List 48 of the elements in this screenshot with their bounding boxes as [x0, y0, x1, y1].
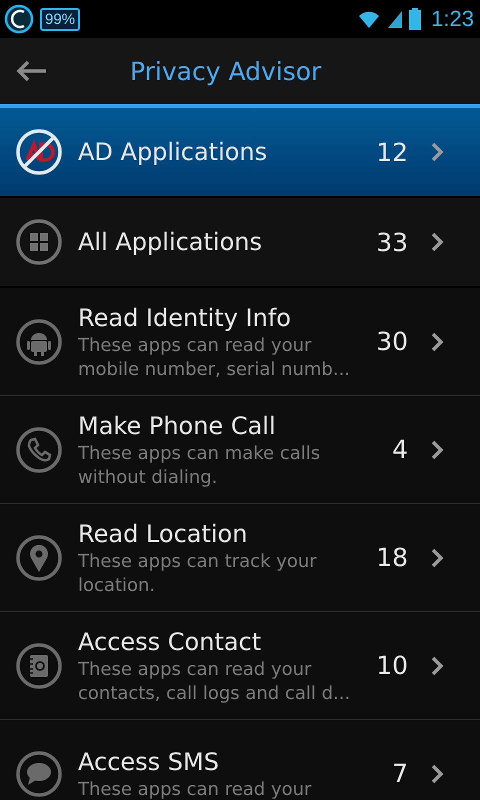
category-label: All Applications: [78, 228, 263, 256]
item-count: 12: [376, 138, 408, 166]
location-pin-icon: [15, 534, 63, 582]
chevron-icon: [430, 656, 444, 676]
permission-title: Read Identity Info: [78, 302, 292, 334]
permission-row[interactable]: Access Contact These apps can read your contacts, call logs and call d... 10: [0, 612, 480, 720]
grid-icon: [15, 218, 63, 266]
chevron-icon: [430, 548, 444, 568]
chevron-icon: [430, 232, 444, 252]
no-ads-icon: [15, 128, 63, 176]
battery-icon: [409, 8, 422, 30]
permission-row[interactable]: Access SMS These apps can read your 7: [0, 720, 480, 800]
permission-description: These apps can read your: [78, 778, 312, 800]
permission-row[interactable]: Read Identity Info These apps can read your mobile number, serial numb... 30: [0, 288, 480, 396]
permission-row[interactable]: Read Location These apps can track your location. 18: [0, 504, 480, 612]
permission-description: These apps can track your location.: [78, 550, 318, 598]
permission-title: Access Contact: [78, 626, 262, 658]
permission-description: These apps can make calls without dialing.: [78, 442, 322, 490]
chevron-icon: [430, 440, 444, 460]
item-count: 7: [392, 759, 408, 788]
item-count: 33: [376, 228, 408, 256]
app-logo-icon: [4, 4, 34, 34]
signal-icon: [387, 9, 404, 29]
speech-bubble-icon: [15, 750, 63, 798]
chevron-icon: [430, 764, 444, 784]
battery-percent: 99%: [40, 8, 80, 30]
back-arrow-icon: [16, 60, 48, 82]
address-book-icon: [15, 642, 63, 690]
chevron-icon: [430, 332, 444, 352]
category-row[interactable]: AD Applications 12: [0, 108, 480, 198]
item-count: 10: [376, 651, 408, 680]
phone-icon: [15, 426, 63, 474]
permission-title: Read Location: [78, 518, 248, 550]
clock-time: 1:23: [431, 6, 474, 32]
permission-description: These apps can read your mobile number, serial numb...: [78, 334, 352, 382]
item-count: 4: [392, 435, 408, 464]
chevron-icon: [430, 142, 444, 162]
permission-title: Make Phone Call: [78, 410, 277, 442]
wifi-icon: [357, 9, 382, 29]
permission-description: These apps can read your contacts, call logs and call d...: [78, 658, 352, 706]
screen-title: Privacy Advisor: [130, 56, 322, 86]
permission-row[interactable]: Make Phone Call These apps can make calls without dialing. 4: [0, 396, 480, 504]
category-label: AD Applications: [78, 138, 268, 166]
item-count: 30: [376, 327, 408, 356]
android-robot-icon: [15, 318, 63, 366]
back-button[interactable]: [16, 60, 48, 82]
permission-title: Access SMS: [78, 746, 220, 778]
item-count: 18: [376, 543, 408, 572]
